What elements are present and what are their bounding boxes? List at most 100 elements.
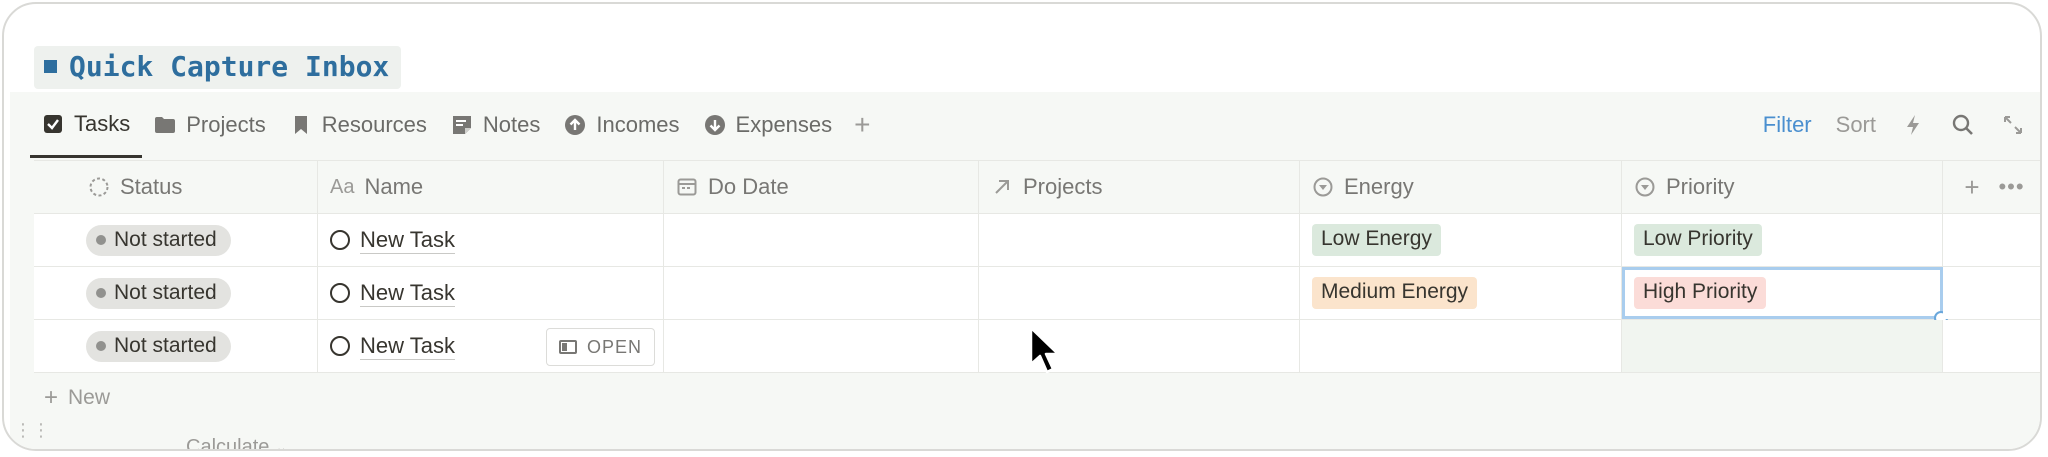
task-name: New Task: [360, 332, 455, 360]
status-badge: Not started: [86, 330, 231, 362]
do-date-cell[interactable]: [664, 267, 979, 319]
tab-label: Resources: [321, 112, 427, 137]
header-actions: + •••: [1943, 161, 2040, 213]
more-options-icon[interactable]: •••: [1998, 174, 2024, 200]
page-title[interactable]: Quick Capture Inbox: [34, 46, 402, 89]
task-name: New Task: [360, 279, 455, 307]
arrow-up-circle-icon: [564, 114, 586, 136]
plus-icon: +: [44, 384, 59, 411]
task-name: New Task: [360, 226, 455, 254]
arrow-down-circle-icon: [704, 114, 726, 136]
open-row-button[interactable]: OPEN: [545, 328, 655, 366]
task-circle-icon: [330, 336, 350, 356]
open-label: OPEN: [586, 336, 642, 357]
tasks-table: Status Aa Name Do Date Projects Energy P…: [34, 160, 2040, 423]
text-type-icon: Aa: [330, 175, 355, 198]
checkbox-icon: [42, 113, 64, 135]
column-header-priority[interactable]: Priority: [1622, 161, 1943, 213]
status-badge: Not started: [86, 277, 231, 309]
name-cell[interactable]: New Task OPEN: [318, 320, 664, 372]
column-title: Energy: [1344, 174, 1414, 199]
database-board: Tasks Projects Resources Notes Incomes E…: [10, 92, 2040, 451]
window-frame: Quick Capture Inbox Tasks Projects Resou…: [2, 2, 2042, 451]
page-title-text: Quick Capture Inbox: [69, 50, 390, 83]
priority-cell[interactable]: Low Priority: [1622, 214, 1943, 266]
tab-incomes[interactable]: Incomes: [552, 92, 691, 158]
table-header: Status Aa Name Do Date Projects Energy P…: [34, 160, 2040, 214]
status-cell[interactable]: Not started: [34, 214, 318, 266]
column-title: Do Date: [708, 174, 789, 199]
tab-label: Projects: [186, 112, 266, 137]
column-header-label: Priority: [1634, 174, 1734, 200]
relation-arrow-icon: [991, 176, 1013, 198]
status-badge: Not started: [86, 224, 231, 256]
tab-notes[interactable]: Notes: [439, 92, 552, 158]
row-spacer: [1943, 320, 2040, 372]
new-row-label: New: [68, 386, 111, 409]
column-header-name[interactable]: Aa Name: [318, 161, 664, 213]
task-title[interactable]: New Task: [330, 280, 455, 307]
status-icon: [88, 176, 110, 198]
calculate-label: Calculate: [186, 436, 270, 451]
calculate-button[interactable]: Calculate ⌄: [186, 436, 287, 451]
tab-tasks[interactable]: Tasks: [30, 92, 143, 158]
column-title: Status: [120, 174, 183, 199]
drag-handle-icon[interactable]: ⋮⋮: [14, 420, 50, 441]
status-cell[interactable]: Not started: [34, 267, 318, 319]
table-row[interactable]: Not started New Task Low Energy Low Prio…: [34, 214, 2040, 267]
column-title: Projects: [1023, 174, 1103, 199]
column-header-label: Do Date: [676, 174, 789, 200]
priority-cell-selected[interactable]: High Priority: [1622, 267, 1948, 325]
column-header-projects[interactable]: Projects: [979, 161, 1300, 213]
add-property-button[interactable]: +: [1964, 172, 1979, 203]
note-icon: [451, 114, 473, 136]
projects-cell[interactable]: [979, 214, 1300, 266]
name-cell[interactable]: New Task: [318, 267, 664, 319]
folder-icon: [154, 114, 176, 136]
do-date-cell[interactable]: [664, 214, 979, 266]
task-title[interactable]: New Task: [330, 333, 455, 360]
add-view-button[interactable]: +: [844, 109, 880, 141]
column-header-label: Status: [88, 174, 182, 200]
lightning-icon[interactable]: [1900, 112, 1926, 138]
status-dot-icon: [96, 340, 106, 351]
sort-button[interactable]: Sort: [1836, 112, 1876, 138]
column-header-do-date[interactable]: Do Date: [664, 161, 979, 213]
tab-resources[interactable]: Resources: [278, 92, 439, 158]
search-icon[interactable]: [1950, 112, 1976, 138]
energy-cell[interactable]: [1300, 320, 1622, 372]
title-square-icon: [44, 60, 57, 73]
expand-icon[interactable]: [2000, 112, 2026, 138]
do-date-cell[interactable]: [664, 320, 979, 372]
table-row[interactable]: Not started New Task Medium Energy High …: [34, 267, 2040, 325]
task-title[interactable]: New Task: [330, 227, 455, 254]
column-header-energy[interactable]: Energy: [1300, 161, 1622, 213]
status-cell[interactable]: Not started: [34, 320, 318, 372]
column-header-label: Projects: [991, 174, 1102, 200]
projects-cell[interactable]: [979, 267, 1300, 319]
status-dot-icon: [96, 234, 106, 245]
task-circle-icon: [330, 283, 350, 303]
priority-tag: Low Priority: [1634, 224, 1762, 256]
energy-cell[interactable]: Low Energy: [1300, 214, 1622, 266]
calendar-icon: [676, 176, 698, 198]
tab-label: Tasks: [74, 110, 131, 136]
view-toolbar: Filter Sort: [1763, 92, 2026, 158]
energy-tag: Medium Energy: [1312, 277, 1478, 309]
task-circle-icon: [330, 230, 350, 250]
tab-projects[interactable]: Projects: [142, 92, 277, 158]
select-icon: [1312, 176, 1334, 198]
tab-label: Expenses: [735, 112, 833, 137]
tab-expenses[interactable]: Expenses: [692, 92, 845, 158]
row-spacer: [1943, 214, 2040, 266]
priority-cell[interactable]: [1622, 320, 1943, 372]
energy-cell[interactable]: Medium Energy: [1300, 267, 1622, 319]
bookmark-icon: [290, 114, 312, 136]
column-header-label: Energy: [1312, 174, 1414, 200]
mouse-pointer-icon: [1028, 326, 1062, 381]
column-header-status[interactable]: Status: [34, 161, 318, 213]
name-cell[interactable]: New Task: [318, 214, 664, 266]
view-tabs: Tasks Projects Resources Notes Incomes E…: [30, 92, 881, 158]
filter-button[interactable]: Filter: [1763, 112, 1812, 138]
select-icon: [1634, 176, 1656, 198]
